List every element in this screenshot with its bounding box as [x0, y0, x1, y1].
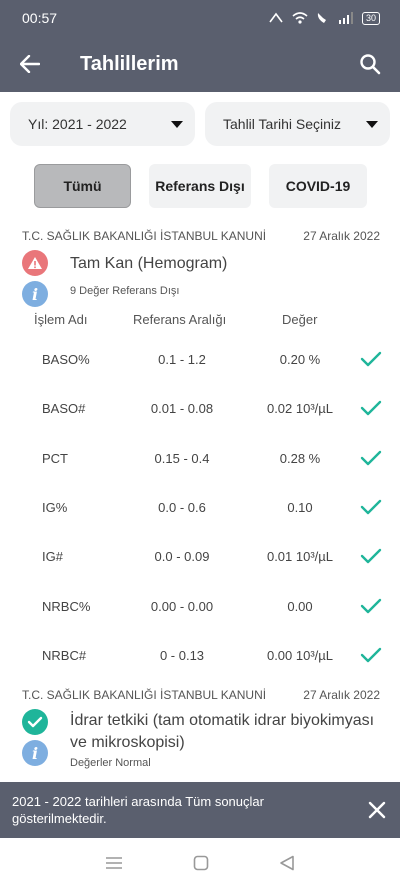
row-reference: 0 - 0.13 [159, 647, 205, 663]
table-row[interactable]: BASO# 0.01 - 0.08 0.02 10³/µL [0, 384, 400, 434]
date-dropdown-value: Tahlil Tarihi Seçiniz [223, 116, 342, 132]
row-reference: 0.01 - 0.08 [150, 401, 214, 417]
year-dropdown[interactable]: Yıl: 2021 - 2022 [10, 102, 195, 146]
table-row[interactable]: NRBC# 0 - 0.13 0.00 10³/µL [0, 631, 400, 681]
date-dropdown[interactable]: Tahlil Tarihi Seçiniz [205, 102, 390, 146]
row-value: 0.00 [287, 598, 313, 614]
row-value: 0.10 [287, 499, 313, 515]
check-icon [360, 399, 382, 417]
institution-name: T.C. SAĞLIK BAKANLIĞI İSTANBUL KANUNİ [22, 688, 267, 702]
battery-icon: 30 [361, 11, 380, 25]
wifi-icon [292, 12, 308, 24]
status-bar: 00:57 30 [0, 0, 400, 36]
page-title: Tahlillerim [80, 52, 179, 75]
tab-all[interactable]: Tümü [34, 164, 131, 208]
row-reference: 0.0 - 0.6 [158, 499, 206, 515]
caret-down-icon [366, 120, 378, 128]
back-nav-icon[interactable] [279, 855, 295, 871]
row-value: 0.28 % [279, 450, 321, 466]
report-header: T.C. SAĞLIK BAKANLIĞI İSTANBUL KANUNİ 27… [22, 688, 380, 702]
table-row[interactable]: BASO% 0.1 - 1.2 0.20 % [0, 335, 400, 385]
home-icon[interactable] [193, 855, 209, 871]
tab-out-of-reference[interactable]: Referans Dışı [149, 164, 251, 208]
row-reference: 0.15 - 0.4 [154, 450, 210, 466]
row-name: IG# [42, 549, 63, 565]
filter-bar: Yıl: 2021 - 2022 Tahlil Tarihi Seçiniz [10, 102, 390, 146]
institution-name: T.C. SAĞLIK BAKANLIĞI İSTANBUL KANUNİ [22, 229, 267, 243]
arrow-left-icon [20, 55, 40, 73]
report-header: T.C. SAĞLIK BAKANLIĞI İSTANBUL KANUNİ 27… [22, 229, 380, 243]
signal-icon [338, 12, 353, 24]
status-icons: 30 [268, 11, 380, 25]
snackbar-message: 2021 - 2022 tarihleri arasında Tüm sonuç… [12, 794, 264, 826]
column-header-name: İşlem Adı [34, 312, 88, 327]
report-date: 27 Aralık 2022 [303, 229, 380, 243]
report-date: 27 Aralık 2022 [303, 688, 380, 702]
system-nav-bar [0, 838, 400, 888]
row-name: BASO# [42, 401, 86, 417]
check-icon [360, 597, 382, 615]
test-name[interactable]: İdrar tetkiki (tam otomatik idrar biyoki… [70, 710, 390, 754]
check-icon [360, 547, 382, 565]
column-header-reference: Referans Aralığı [133, 312, 227, 327]
info-icon[interactable]: i [22, 740, 48, 766]
row-name: BASO% [42, 352, 90, 367]
row-value: 0.20 % [279, 352, 321, 367]
column-header-value: Değer [282, 312, 318, 327]
call-icon [317, 13, 326, 23]
info-icon[interactable]: i [22, 281, 48, 307]
nfc-icon [269, 12, 283, 23]
check-circle-icon [22, 709, 48, 735]
row-name: NRBC% [42, 598, 91, 614]
search-button[interactable] [340, 36, 400, 92]
check-icon [360, 498, 382, 516]
row-name: NRBC# [42, 647, 87, 663]
table-row[interactable]: PCT 0.15 - 0.4 0.28 % [0, 434, 400, 484]
test-name[interactable]: Tam Kan (Hemogram) [70, 253, 227, 275]
test-status: 9 Değer Referans Dışı [70, 285, 180, 297]
row-value: 0.01 10³/µL [266, 549, 334, 565]
row-reference: 0.1 - 1.2 [158, 352, 206, 367]
status-time: 00:57 [22, 10, 58, 26]
table-row[interactable]: IG% 0.0 - 0.6 0.10 [0, 483, 400, 533]
table-row[interactable]: NRBC% 0.00 - 0.00 0.00 [0, 582, 400, 632]
back-button[interactable] [0, 36, 60, 92]
caret-down-icon [171, 120, 183, 128]
check-icon [360, 350, 382, 368]
warning-icon [22, 250, 48, 276]
menu-icon[interactable] [105, 856, 123, 870]
table-row[interactable]: IG# 0.0 - 0.09 0.01 10³/µL [0, 532, 400, 582]
row-reference: 0.00 - 0.00 [150, 598, 214, 614]
tab-bar: Tümü Referans Dışı COVID-19 [34, 164, 367, 208]
test-status: Değerler Normal [70, 757, 151, 769]
row-value: 0.02 10³/µL [266, 401, 334, 417]
check-icon [360, 449, 382, 467]
row-name: IG% [42, 499, 68, 515]
year-dropdown-value: Yıl: 2021 - 2022 [28, 116, 127, 132]
app-bar: Tahlillerim [0, 36, 400, 92]
row-value: 0.00 10³/µL [266, 647, 334, 663]
tab-covid[interactable]: COVID-19 [269, 164, 367, 208]
check-icon [360, 646, 382, 664]
close-icon[interactable] [368, 801, 386, 819]
row-reference: 0.0 - 0.09 [154, 549, 210, 565]
search-icon [360, 54, 381, 75]
snackbar: 2021 - 2022 tarihleri arasında Tüm sonuç… [0, 782, 400, 838]
row-name: PCT [42, 450, 68, 466]
